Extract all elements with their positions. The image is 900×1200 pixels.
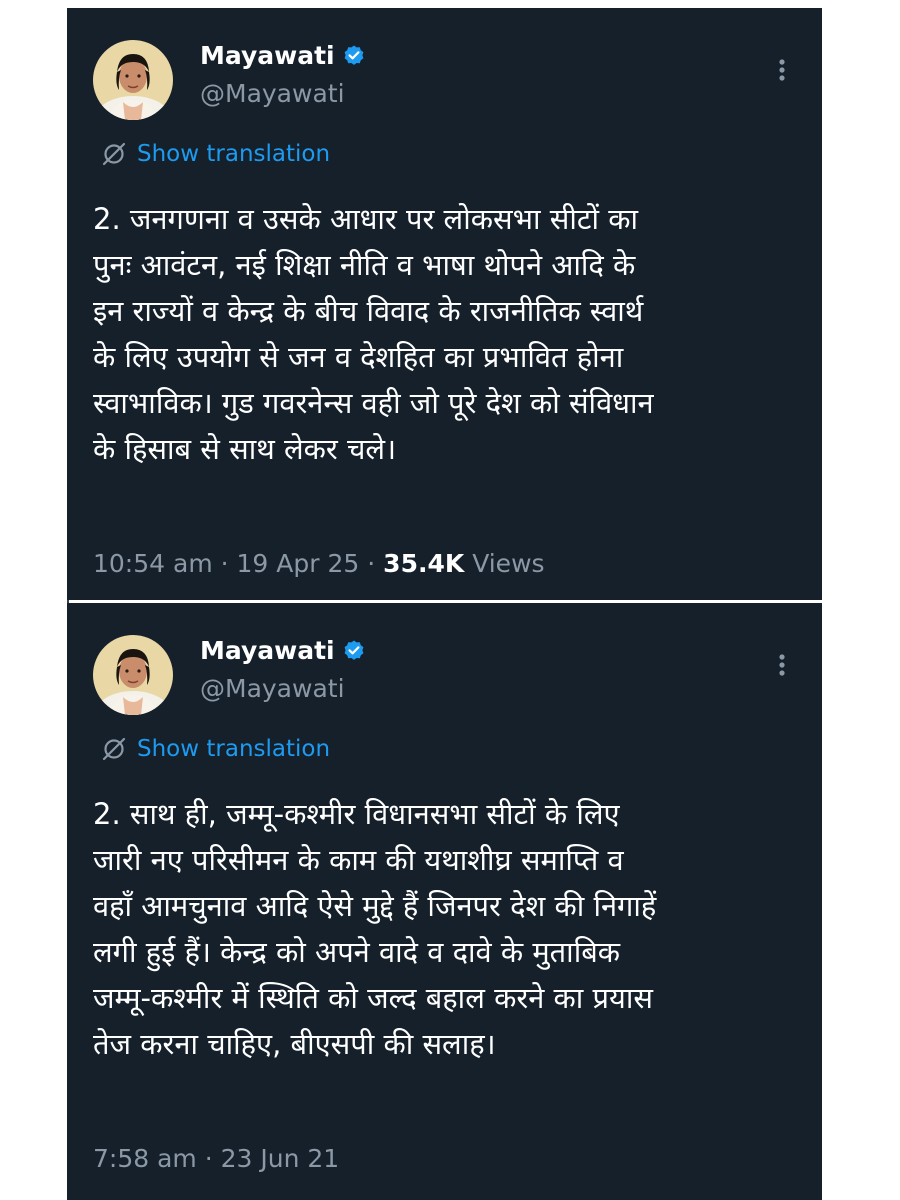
tweet-text-line: स्वाभाविक। गुड गवरनेन्स वही जो पूरे देश … bbox=[93, 386, 654, 420]
tweet-text-line: इन राज्यों व केन्द्र के बीच विवाद के राज… bbox=[93, 294, 644, 328]
translate-icon bbox=[102, 142, 126, 166]
translate-icon bbox=[102, 737, 126, 761]
views-count[interactable]: 35.4K bbox=[383, 549, 464, 578]
handle[interactable]: @Mayawati bbox=[200, 78, 345, 110]
avatar[interactable] bbox=[93, 40, 173, 120]
more-options-icon[interactable] bbox=[772, 56, 792, 84]
tweet-time[interactable]: 10:54 am bbox=[93, 549, 213, 578]
handle[interactable]: @Mayawati bbox=[200, 673, 345, 705]
tweet-text: 2. साथ ही, जम्मू-कश्मीर विधानसभा सीटों क… bbox=[93, 791, 798, 1067]
tweet-date[interactable]: 23 Jun 21 bbox=[221, 1144, 340, 1173]
tweet-text-line: वहाँ आमचुनाव आदि ऐसे मुद्दे हैं जिनपर दे… bbox=[93, 889, 657, 923]
tweet-text-line: 2. जनगणना व उसके आधार पर लोकसभा सीटों का bbox=[93, 202, 638, 236]
tweet-date[interactable]: 19 Apr 25 bbox=[237, 549, 360, 578]
show-translation-label[interactable]: Show translation bbox=[137, 736, 330, 762]
tweet-text-line: पुनः आवंटन, नई शिक्षा नीति व भाषा थोपने … bbox=[93, 248, 636, 282]
tweet-meta: 7:58 am · 23 Jun 21 bbox=[93, 1143, 339, 1175]
tweet-text-line: जम्मू-कश्मीर में स्थिति को जल्द बहाल करन… bbox=[93, 981, 653, 1015]
verified-badge-icon bbox=[344, 640, 364, 660]
show-translation-link[interactable]: Show translation bbox=[101, 733, 330, 765]
show-translation-link[interactable]: Show translation bbox=[101, 138, 330, 170]
display-name[interactable]: Mayawati bbox=[200, 40, 366, 72]
verified-badge-icon bbox=[344, 45, 364, 65]
tweet-time[interactable]: 7:58 am bbox=[93, 1144, 197, 1173]
tweet-text-line: तेज करना चाहिए, बीएसपी की सलाह। bbox=[93, 1027, 496, 1061]
more-options-icon[interactable] bbox=[772, 651, 792, 679]
tweet-text-line: 2. साथ ही, जम्मू-कश्मीर विधानसभा सीटों क… bbox=[93, 797, 620, 831]
display-name-text[interactable]: Mayawati bbox=[200, 636, 335, 665]
tweet-card-2[interactable]: Mayawati @Mayawati Show translation 2. स… bbox=[67, 603, 822, 1200]
meta-separator: · bbox=[204, 1144, 213, 1173]
tweet-text-line: जारी नए परिसीमन के काम की यथाशीघ्र समाप्… bbox=[93, 843, 624, 877]
views-label: Views bbox=[472, 549, 545, 578]
tweet-meta: 10:54 am · 19 Apr 25 · 35.4K Views bbox=[93, 548, 545, 580]
meta-separator: · bbox=[220, 549, 229, 578]
display-name[interactable]: Mayawati bbox=[200, 635, 366, 667]
tweet-card-1[interactable]: Mayawati @Mayawati Show translation 2. ज… bbox=[67, 8, 822, 600]
display-name-text[interactable]: Mayawati bbox=[200, 41, 335, 70]
tweet-text-line: के हिसाब से साथ लेकर चले। bbox=[93, 432, 397, 466]
avatar[interactable] bbox=[93, 635, 173, 715]
show-translation-label[interactable]: Show translation bbox=[137, 141, 330, 167]
tweet-text-line: लगी हुई हैं। केन्द्र को अपने वादे व दावे… bbox=[93, 935, 621, 969]
tweet-text-line: के लिए उपयोग से जन व देशहित का प्रभावित … bbox=[93, 340, 624, 374]
meta-separator: · bbox=[367, 549, 376, 578]
tweet-text: 2. जनगणना व उसके आधार पर लोकसभा सीटों का… bbox=[93, 196, 798, 472]
